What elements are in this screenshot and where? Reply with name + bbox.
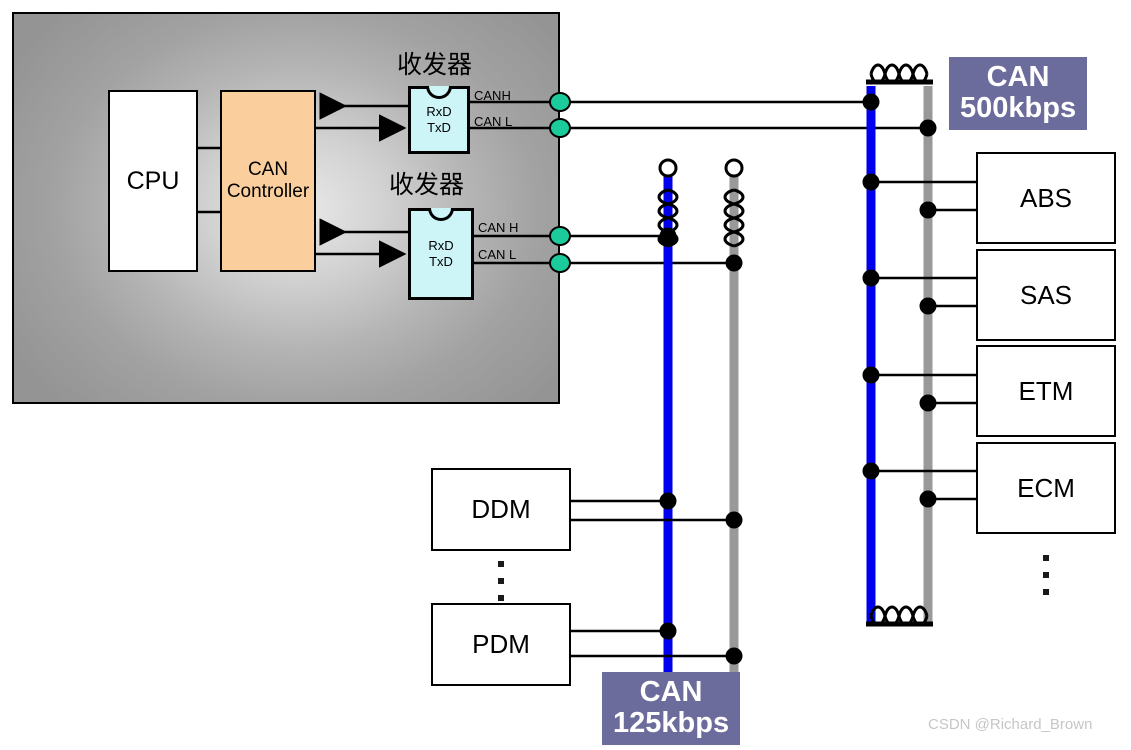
transceiver1-bus-leads — [470, 100, 928, 130]
transceiver2-rxd-label: RxD — [428, 238, 454, 254]
watermark: CSDN @Richard_Brown — [928, 716, 1093, 733]
node-abs: ABS — [976, 152, 1116, 244]
bus500-badge-line2: 500kbps — [960, 91, 1077, 124]
transceiver2-title: 收发器 — [389, 170, 465, 199]
node-ecm: ECM — [976, 442, 1116, 534]
bus500-badge-line1: CAN — [986, 61, 1050, 93]
transceiver1-block: RxD TxD — [408, 86, 470, 154]
transceiver1-canl-label: CAN L — [474, 114, 513, 129]
node-pdm: PDM — [431, 603, 571, 686]
bus500-more-nodes-ellipsis — [1043, 555, 1049, 595]
transceiver2-canh-label: CAN H — [478, 220, 519, 235]
node-ddm: DDM — [431, 468, 571, 551]
bus125-high-open-terminal — [658, 158, 678, 178]
bus125-more-nodes-ellipsis — [498, 561, 504, 601]
bus-junction-dots — [659, 93, 937, 665]
node-pdm-label: PDM — [472, 629, 530, 659]
node-etm: ETM — [976, 345, 1116, 437]
transceiver-connector-pins — [549, 92, 571, 273]
bus125-low-open-terminal — [724, 158, 744, 178]
can-controller-label-line1: CAN — [247, 159, 289, 181]
diagram-canvas: CPU CAN Controller 收发器 RxD TxD CANH CAN … — [0, 0, 1131, 750]
transceiver2-block: RxD TxD — [408, 208, 474, 300]
transceiver1-title: 收发器 — [397, 50, 473, 79]
transceiver1-txd-label: TxD — [427, 120, 451, 135]
transceiver1-canh-label: CANH — [474, 88, 511, 103]
node-sas: SAS — [976, 249, 1116, 341]
transceiver2-txd-label: TxD — [429, 254, 453, 269]
controller-transceiver2-links — [316, 218, 408, 268]
can-controller-block: CAN Controller — [220, 90, 316, 272]
node-etm-label: ETM — [1018, 375, 1074, 406]
can-controller-label-line2: Controller — [226, 181, 310, 202]
node-ecm-label: ECM — [1017, 472, 1075, 503]
node-sas-label: SAS — [1019, 279, 1073, 310]
bus125-badge: CAN 125kbps — [602, 672, 741, 746]
cpu-controller-links — [198, 146, 222, 214]
bus125-node-stubs — [571, 499, 734, 658]
cpu-label: CPU — [126, 166, 180, 195]
cpu-block: CPU — [108, 90, 198, 272]
bus125-badge-line2: 125kbps — [613, 706, 730, 739]
node-ddm-label: DDM — [471, 494, 531, 524]
transceiver2-notch-icon — [428, 208, 454, 221]
controller-transceiver1-links — [316, 92, 408, 142]
node-abs-label: ABS — [1019, 182, 1073, 213]
transceiver1-notch-icon — [426, 86, 452, 99]
bus500-badge: CAN 500kbps — [949, 57, 1088, 131]
transceiver2-canl-label: CAN L — [478, 247, 517, 262]
transceiver1-rxd-label: RxD — [426, 104, 452, 120]
bus125-badge-line1: CAN — [639, 676, 703, 708]
